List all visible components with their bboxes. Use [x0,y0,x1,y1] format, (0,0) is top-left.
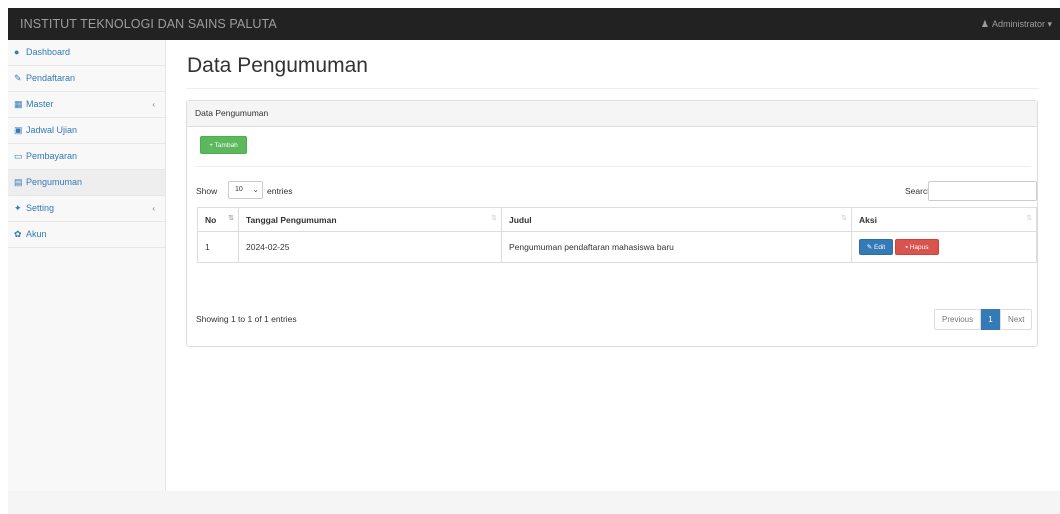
file-icon: ▤ [14,177,23,187]
sidebar-item-label: Master [26,99,54,109]
sort-asc-icon: ⇅ [228,215,234,222]
announcement-table: No ⇅ Tanggal Pengumuman ⇅ Judul ⇅ Aksi ⇅ 1 2… [197,207,1037,263]
entries-label: entries [267,186,293,196]
sidebar-item-label: Jadwal Ujian [26,125,78,135]
column-header-aksi[interactable]: Aksi ⇅ [851,207,1037,232]
top-navbar: INSTITUT TEKNOLOGI DAN SAINS PALUTA ♟ Adm… [8,8,1060,40]
table-icon: ▦ [14,99,23,109]
sidebar-item-pembayaran[interactable]: ▭ Pembayaran [8,144,165,170]
sort-icon: ⇅ [841,215,847,222]
sidebar-item-dashboard[interactable]: ● Dashboard [8,40,165,66]
sidebar-item-akun[interactable]: ✿ Akun [8,222,165,248]
sidebar: ● Dashboard ✎ Pendaftaran ▦ Master ‹ ▣ Jadwa… [8,40,166,491]
chevron-down-icon: ⌄ [252,185,259,194]
brand-title[interactable]: INSTITUT TEKNOLOGI DAN SAINS PALUTA [20,8,277,40]
header-label: Aksi [859,214,877,225]
user-name: Administrator [991,19,1045,29]
user-icon: ♟ [980,19,989,29]
search-input[interactable] [928,181,1037,201]
column-header-tanggal[interactable]: Tanggal Pengumuman ⇅ [238,207,502,232]
main-content: Data Pengumuman Data Pengumuman + Tambah… [166,40,1060,491]
edit-button[interactable]: ✎ Edit [859,239,893,255]
sidebar-item-pendaftaran[interactable]: ✎ Pendaftaran [8,66,165,92]
delete-button[interactable]: ▪ Hapus [895,239,939,255]
sidebar-item-label: Setting [26,203,55,213]
divider [187,88,1039,89]
money-icon: ▭ [14,151,23,161]
next-button[interactable]: Next [1000,309,1032,330]
chevron-left-icon: ‹ [152,100,155,109]
sidebar-item-label: Akun [26,229,47,239]
table-info: Showing 1 to 1 of 1 entries [196,314,297,324]
header-label: Judul [509,214,532,225]
page-length-select[interactable]: 10 ⌄ [228,181,263,199]
gear-icon: ✿ [14,229,22,239]
sidebar-item-label: Pendaftaran [26,73,76,83]
add-button[interactable]: + Tambah [200,136,247,154]
column-header-judul[interactable]: Judul ⇅ [501,207,852,232]
table-header-row: No ⇅ Tanggal Pengumuman ⇅ Judul ⇅ Aksi ⇅ [197,207,1037,232]
sidebar-item-jadwal-ujian[interactable]: ▣ Jadwal Ujian [8,118,165,144]
calendar-icon: ▣ [14,125,23,135]
user-menu[interactable]: ♟ Administrator ▾ [981,8,1052,40]
sidebar-item-label: Pembayaran [26,151,78,161]
divider [195,166,1031,167]
dashboard-icon: ● [14,47,20,57]
header-label: Tanggal Pengumuman [246,214,337,225]
cell-no: 1 [197,231,239,263]
pencil-icon: ✎ [14,73,22,83]
page-1-button[interactable]: 1 [981,309,1000,330]
column-header-no[interactable]: No ⇅ [197,207,239,232]
header-label: No [205,214,217,225]
table-row: 1 2024-02-25 Pengumuman pendaftaran maha… [197,231,1037,263]
cell-tanggal: 2024-02-25 [238,231,502,263]
chevron-left-icon: ‹ [152,204,155,213]
previous-button[interactable]: Previous [934,309,981,330]
cell-judul: Pengumuman pendaftaran mahasiswa baru [501,231,852,263]
wrench-icon: ✦ [14,203,22,213]
pagination: Previous 1 Next [934,309,1032,330]
sidebar-item-pengumuman[interactable]: ▤ Pengumuman [8,170,165,196]
panel-title: Data Pengumuman [187,101,1037,127]
announcement-panel: Data Pengumuman + Tambah Show 10 ⌄ entri… [186,100,1038,347]
sort-icon: ⇅ [1026,215,1032,222]
sidebar-item-label: Dashboard [26,47,71,57]
show-label: Show [196,186,218,196]
page-length-value: 10 [235,186,243,193]
sidebar-item-setting[interactable]: ✦ Setting ‹ [8,196,165,222]
sort-icon: ⇅ [491,215,497,222]
page-title: Data Pengumuman [187,54,368,77]
chevron-down-icon: ▾ [1047,19,1052,29]
cell-aksi: ✎ Edit ▪ Hapus [851,231,1037,263]
sidebar-item-master[interactable]: ▦ Master ‹ [8,92,165,118]
footer [8,491,1060,514]
sidebar-item-label: Pengumuman [26,177,83,187]
